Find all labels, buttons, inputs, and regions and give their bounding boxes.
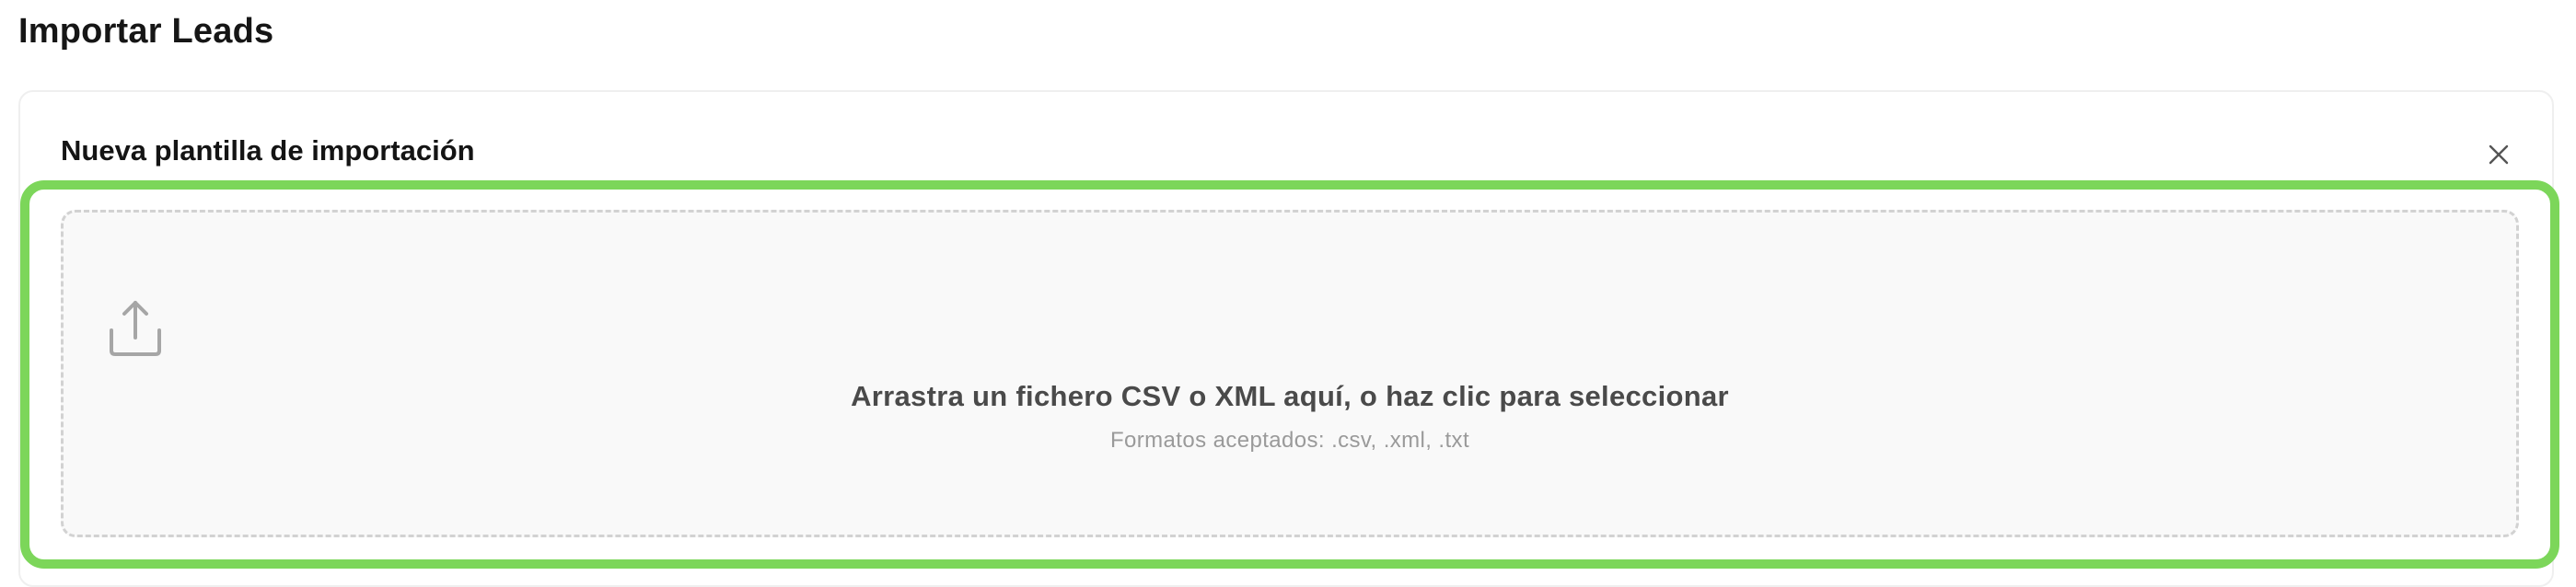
card-title: Nueva plantilla de importación [61,134,475,167]
page-title: Importar Leads [18,12,274,51]
accepted-formats: Formatos aceptados: .csv, .xml, .txt [1109,428,1470,453]
dropzone-instruction: Arrastra un fichero CSV o XML aquí, o ha… [851,380,1729,412]
close-icon [2489,144,2509,165]
close-button[interactable] [2482,138,2515,171]
upload-icon [110,301,161,356]
file-dropzone[interactable]: Arrastra un fichero CSV o XML aquí, o ha… [61,210,2519,537]
